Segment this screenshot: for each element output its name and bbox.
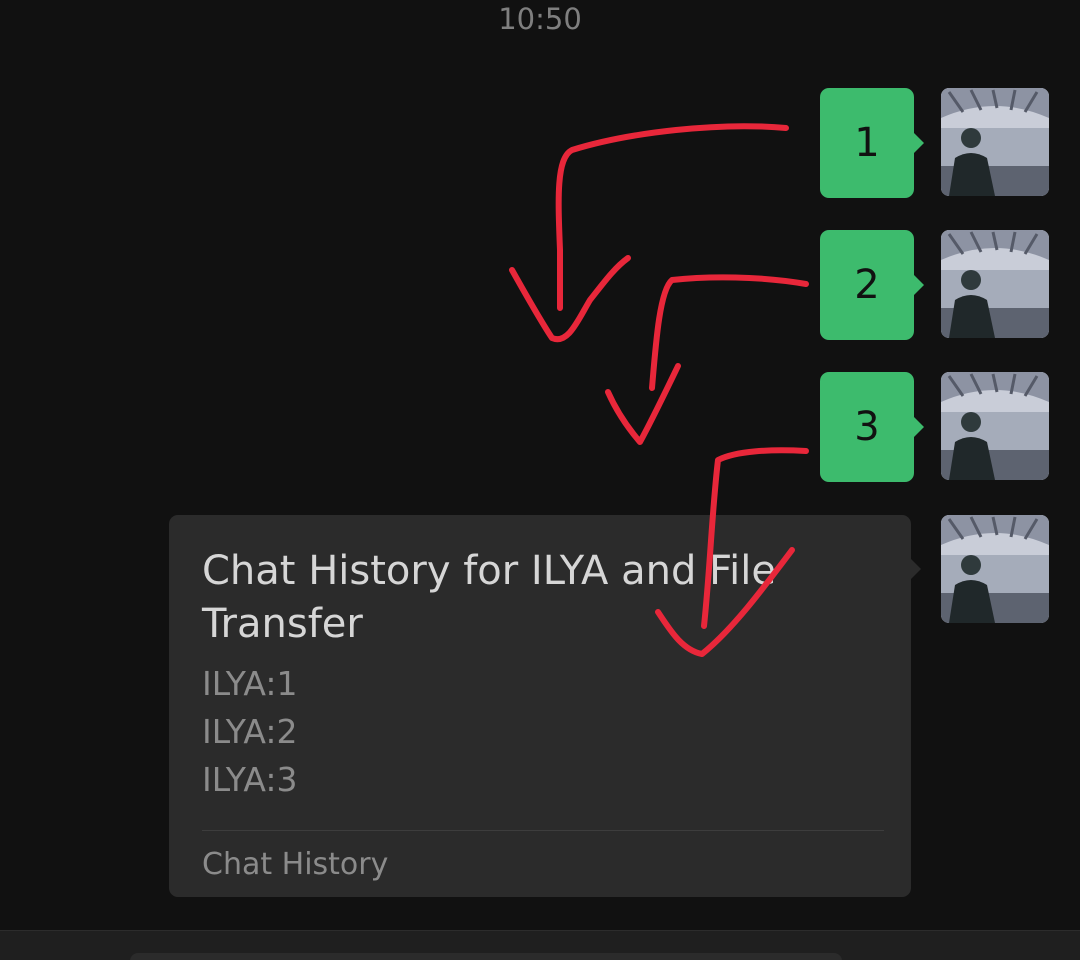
annotation-arrow-icon [605,363,681,445]
chat-history-preview: ILYA:1 ILYA:2 ILYA:3 [202,660,297,804]
avatar-photo-icon [941,372,1049,480]
card-divider [202,830,884,831]
chat-history-title: Chat History for ILYA and File Transfer [202,548,777,647]
chat-history-line: ILYA:1 [202,664,298,703]
message-input-bar [0,930,1080,960]
annotation-arrow-icon [509,255,631,343]
message-bubble-2[interactable]: 2 [820,230,924,340]
chat-history-card[interactable]: Chat History for ILYA and File Transfer … [169,515,921,897]
avatar[interactable] [941,372,1049,480]
avatar[interactable] [941,88,1049,196]
chat-history-line: ILYA:2 [202,712,298,751]
message-bubble-1[interactable]: 1 [820,88,924,198]
chat-screen: 10:50 1 2 3 Chat History for ILYA and Fi… [0,0,1080,960]
avatar-photo-icon [941,230,1049,338]
message-timestamp: 10:50 [498,2,582,36]
avatar[interactable] [941,230,1049,338]
message-bubble-3[interactable]: 3 [820,372,924,482]
avatar-photo-icon [941,515,1049,623]
avatar[interactable] [941,515,1049,623]
chat-history-label: Chat History [202,847,389,882]
chat-history-line: ILYA:3 [202,760,298,799]
avatar-photo-icon [941,88,1049,196]
message-input[interactable] [130,953,842,960]
annotation-arrow-icon [649,274,809,391]
annotation-arrow-icon [555,123,789,311]
